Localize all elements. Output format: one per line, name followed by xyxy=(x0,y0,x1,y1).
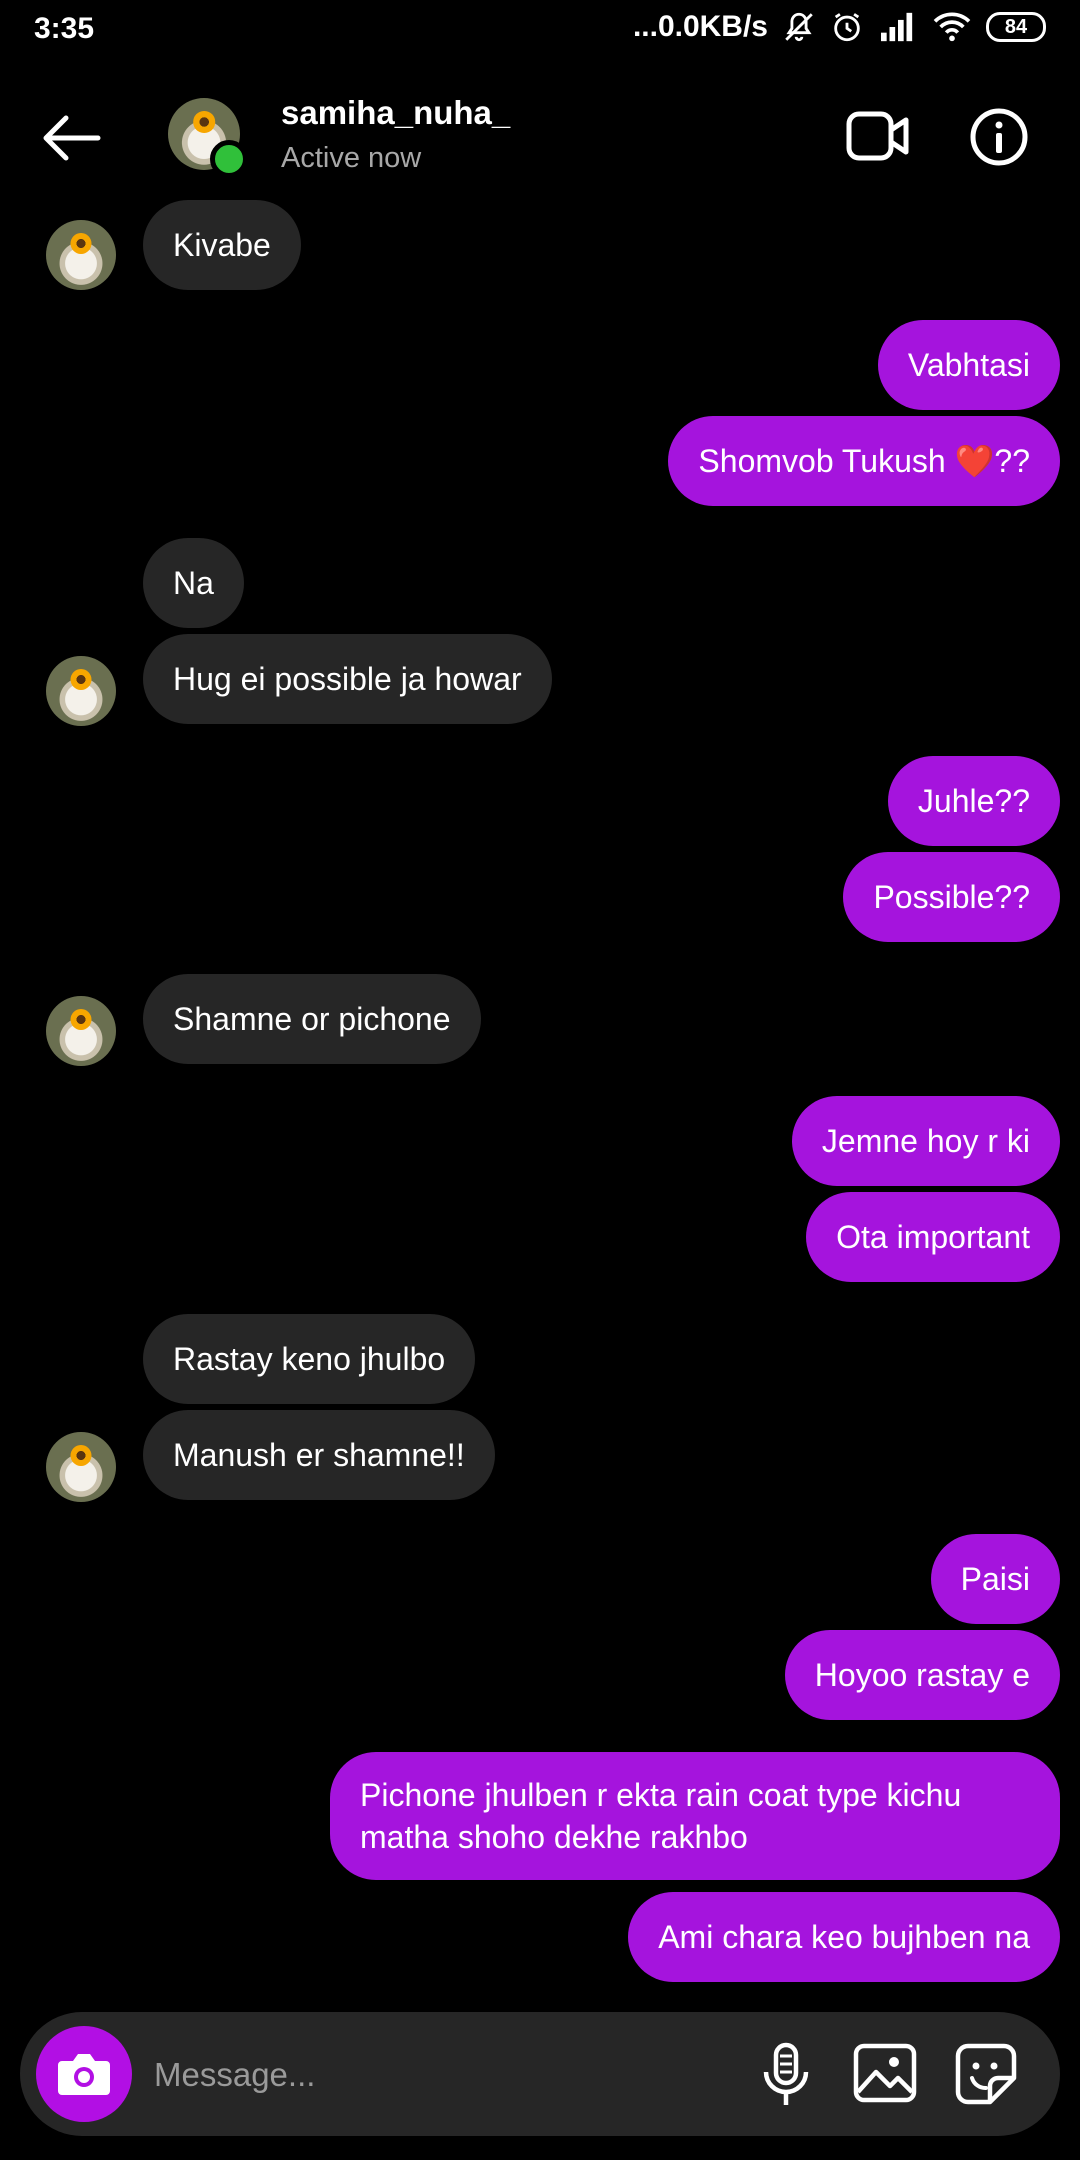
status-icons: ...0.0KB/s 84 xyxy=(633,10,1046,44)
outgoing-message[interactable]: Possible?? xyxy=(843,852,1060,942)
outgoing-message[interactable]: Ota important xyxy=(806,1192,1060,1282)
outgoing-message[interactable]: Juhle?? xyxy=(887,756,1060,846)
image-icon xyxy=(853,2043,917,2103)
sticker-icon xyxy=(955,2043,1017,2105)
outgoing-message[interactable]: Shomvob Tukush ❤️?? xyxy=(668,416,1060,506)
sender-avatar[interactable] xyxy=(46,1432,116,1502)
outgoing-message[interactable]: Jemne hoy r ki xyxy=(791,1096,1060,1186)
video-call-button[interactable] xyxy=(846,108,910,164)
chat-header: samiha_nuha_ Active now xyxy=(0,62,1080,212)
battery-icon: 84 xyxy=(986,12,1046,42)
online-indicator xyxy=(210,140,248,178)
contact-status: Active now xyxy=(281,142,422,174)
sticker-button[interactable] xyxy=(954,2042,1018,2106)
status-time: 3:35 xyxy=(34,12,95,45)
sender-avatar[interactable] xyxy=(46,996,116,1066)
status-bar: 3:35 ...0.0KB/s 84 xyxy=(0,0,1080,62)
message-input[interactable] xyxy=(152,2042,716,2108)
message-thread: Kivabe Vabhtasi Shomvob Tukush ❤️?? Na H… xyxy=(0,200,1080,1990)
mute-icon xyxy=(782,10,816,44)
sender-avatar[interactable] xyxy=(46,656,116,726)
incoming-message[interactable]: Shamne or pichone xyxy=(143,974,481,1064)
back-button[interactable] xyxy=(40,114,102,162)
gallery-button[interactable] xyxy=(852,2042,918,2104)
message-composer xyxy=(20,2012,1060,2136)
camera-icon xyxy=(58,2054,110,2095)
contact-name[interactable]: samiha_nuha_ xyxy=(281,94,510,132)
info-button[interactable] xyxy=(970,108,1028,166)
alarm-icon xyxy=(830,10,864,44)
contact-avatar[interactable] xyxy=(168,98,248,178)
incoming-message[interactable]: Na xyxy=(143,538,244,628)
wifi-icon xyxy=(932,10,972,44)
camera-button[interactable] xyxy=(36,2026,132,2122)
info-icon xyxy=(970,108,1028,166)
signal-icon xyxy=(878,10,918,44)
outgoing-message[interactable]: Pichone jhulben r ekta rain coat type ki… xyxy=(330,1752,1060,1880)
outgoing-message[interactable]: Hoyoo rastay e xyxy=(784,1630,1060,1720)
incoming-message[interactable]: Rastay keno jhulbo xyxy=(143,1314,476,1404)
back-arrow-icon xyxy=(43,115,101,161)
incoming-message[interactable]: Manush er shamne!! xyxy=(143,1410,495,1500)
outgoing-message[interactable]: Vabhtasi xyxy=(877,320,1060,410)
outgoing-message[interactable]: Paisi xyxy=(930,1534,1060,1624)
microphone-icon xyxy=(763,2042,809,2105)
sender-avatar[interactable] xyxy=(46,220,116,290)
incoming-message[interactable]: Kivabe xyxy=(143,200,301,290)
incoming-message[interactable]: Hug ei possible ja howar xyxy=(143,634,552,724)
network-speed: ...0.0KB/s xyxy=(632,10,768,43)
outgoing-message[interactable]: Ami chara keo bujhben na xyxy=(628,1892,1060,1982)
voice-message-button[interactable] xyxy=(756,2042,816,2108)
video-camera-icon xyxy=(846,111,909,161)
